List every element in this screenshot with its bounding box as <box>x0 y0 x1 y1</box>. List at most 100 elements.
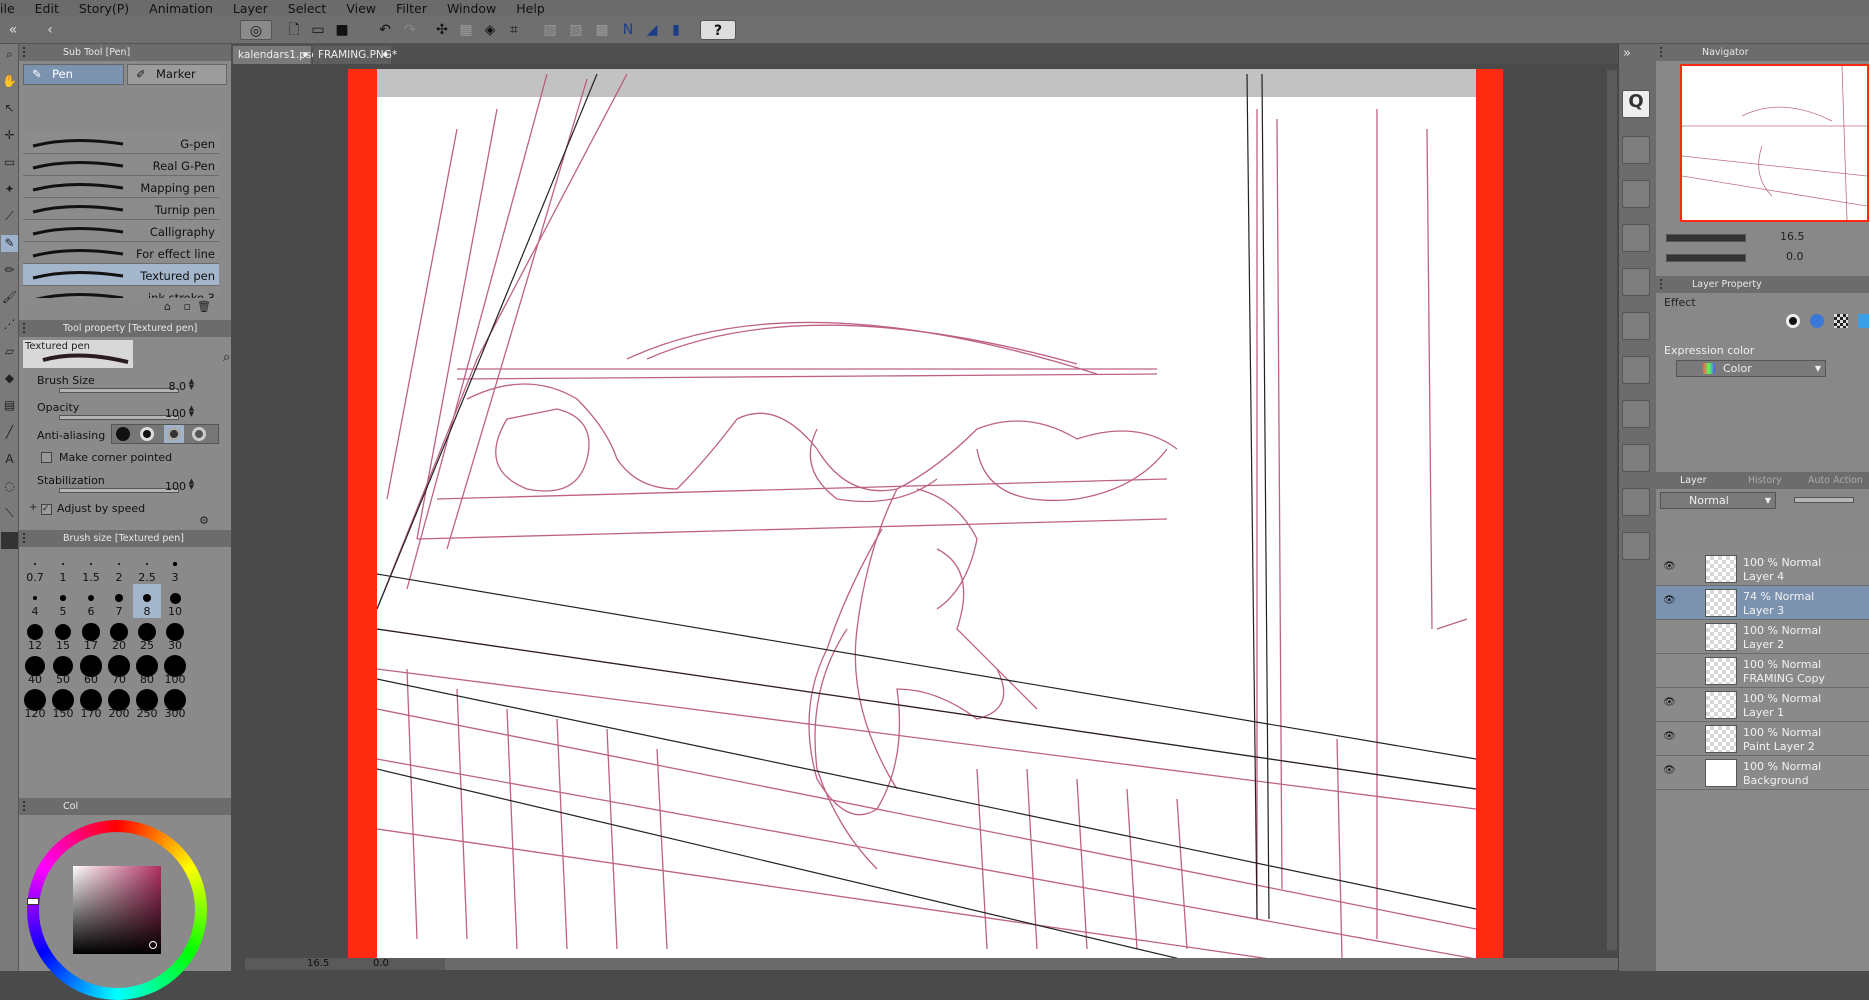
brush-size-spinner[interactable]: ▲ ▼ <box>187 378 196 391</box>
collapse-right-icon[interactable]: » <box>1623 46 1631 61</box>
eye-icon[interactable]: 👁 <box>1663 698 1676 708</box>
adjust-speed-checkbox[interactable]: ✓ <box>41 504 52 515</box>
blend-mode-select[interactable]: Normal ▼ <box>1660 492 1776 509</box>
snap-grid-icon[interactable]: ▮ <box>666 20 686 40</box>
stabilization-value[interactable]: 100 <box>156 480 186 493</box>
main-color-swatch[interactable] <box>1 532 18 549</box>
search-icon[interactable]: ⌕ <box>223 350 230 365</box>
color-picker-marker[interactable] <box>149 941 157 949</box>
brush-size-option[interactable]: 120 <box>21 686 49 720</box>
brush-size-option[interactable]: 5 <box>49 584 77 618</box>
canvas-zoom-value[interactable]: 16.5 <box>307 958 329 969</box>
panel-icon-5[interactable] <box>1622 312 1650 340</box>
invert-selection-icon[interactable]: ▨ <box>566 20 586 40</box>
eye-icon[interactable] <box>1663 631 1675 639</box>
copy-subtool-icon[interactable]: ⌂ <box>164 300 171 313</box>
layer-row[interactable]: 👁 100 % Normal Layer 4 <box>1656 552 1869 586</box>
opacity-spinner[interactable]: ▲ ▼ <box>187 405 196 418</box>
brush-size-option[interactable]: 10 <box>161 584 189 618</box>
brush-item[interactable]: Real G-Pen <box>23 154 219 176</box>
doc-tab[interactable]: FRAMING.PNG* ● <box>313 46 397 64</box>
move-tool-icon[interactable]: ✋ <box>1 73 18 90</box>
transform-icon[interactable]: ✣ <box>432 20 452 40</box>
eye-icon[interactable]: 👁 <box>1663 732 1676 742</box>
nav-rotation-value[interactable]: 0.0 <box>1786 250 1804 263</box>
balloon-tool-icon[interactable]: ◌ <box>1 478 18 495</box>
figure-tool-icon[interactable]: ╱ <box>1 424 18 441</box>
gradient-icon[interactable]: ▤ <box>1 397 18 414</box>
antialias-options[interactable] <box>111 424 219 444</box>
quick-access-icon[interactable]: Q <box>1622 90 1650 118</box>
menu-item-help[interactable]: Help <box>516 1 545 16</box>
brush-item[interactable]: G-pen <box>23 132 219 154</box>
close-icon[interactable]: ● <box>303 46 308 64</box>
menu-item-edit[interactable]: Edit <box>35 1 59 16</box>
eye-icon[interactable] <box>1663 665 1675 673</box>
brush-item[interactable]: Textured pen <box>23 264 219 286</box>
nav-rotate-slider[interactable] <box>1666 254 1746 262</box>
effect-buttons[interactable] <box>1778 310 1869 332</box>
expand-icon[interactable]: + <box>29 502 37 513</box>
brush-size-value[interactable]: 8.0 <box>156 380 187 393</box>
new-subtool-icon[interactable]: ▫ <box>184 300 191 313</box>
brush-size-option[interactable]: 100 <box>161 652 189 686</box>
nav-zoom-value[interactable]: 16.5 <box>1780 230 1805 243</box>
eyedropper-icon[interactable]: ⟋ <box>1 208 18 225</box>
gear-icon[interactable]: ⚙ <box>199 514 209 527</box>
brush-size-option[interactable]: 50 <box>49 652 77 686</box>
zoom-tool-icon[interactable]: ⌕ <box>1 46 18 63</box>
eye-icon[interactable]: 👁 <box>1663 596 1676 606</box>
tab-pen[interactable]: ✎ Pen <box>23 64 124 85</box>
tab-layer[interactable]: Layer <box>1680 472 1707 489</box>
horizontal-scrollbar[interactable] <box>245 958 1620 970</box>
stabilization-spinner[interactable]: ▲ ▼ <box>187 478 196 491</box>
panel-icon-7[interactable] <box>1622 400 1650 428</box>
brush-size-option[interactable]: 3 <box>161 550 189 584</box>
panel-icon-6[interactable] <box>1622 356 1650 384</box>
hue-marker[interactable] <box>27 898 39 905</box>
brush-size-option[interactable]: 170 <box>77 686 105 720</box>
menu-item-select[interactable]: Select <box>288 1 327 16</box>
help-icon[interactable]: ? <box>700 20 736 40</box>
brush-size-option[interactable]: 20 <box>105 618 133 652</box>
brush-size-option[interactable]: 200 <box>105 686 133 720</box>
menu-item-filter[interactable]: Filter <box>396 1 427 16</box>
panel-icon-10[interactable] <box>1622 532 1650 560</box>
eye-icon[interactable]: 👁 <box>1663 562 1676 572</box>
eye-icon[interactable]: 👁 <box>1663 766 1676 776</box>
fill-tool-icon[interactable]: ◆ <box>1 370 18 387</box>
brush-tool-icon[interactable]: 🖌 <box>1 289 18 306</box>
layer-opacity-slider[interactable] <box>1794 497 1854 503</box>
new-file-icon[interactable]: 🗋 <box>284 20 304 40</box>
menu-item-animation[interactable]: Animation <box>149 1 213 16</box>
doc-tab[interactable]: kalendars1.psd* ● <box>233 46 323 64</box>
brush-size-option[interactable]: 40 <box>21 652 49 686</box>
delete-subtool-icon[interactable]: 🗑 <box>197 300 211 313</box>
save-icon[interactable]: ■ <box>332 20 352 40</box>
menu-item-ile[interactable]: ile <box>0 1 15 16</box>
nav-zoom-slider[interactable] <box>1666 234 1746 242</box>
layer-move-icon[interactable]: ✛ <box>1 127 18 144</box>
undo-icon[interactable]: ↶ <box>375 20 395 40</box>
layer-row[interactable]: 👁 100 % Normal Background <box>1656 756 1869 790</box>
open-file-icon[interactable]: ▭ <box>308 20 328 40</box>
brush-size-option[interactable]: 17 <box>77 618 105 652</box>
opacity-value[interactable]: 100 <box>156 407 186 420</box>
brush-size-option[interactable]: 150 <box>49 686 77 720</box>
brush-size-option[interactable]: 6 <box>77 584 105 618</box>
expression-color-select[interactable]: Color ▼ <box>1676 360 1826 377</box>
app-icon-button[interactable]: ◎ <box>240 20 272 40</box>
brush-size-option[interactable]: 4 <box>21 584 49 618</box>
layer-row[interactable]: 👁 100 % Normal Paint Layer 2 <box>1656 722 1869 756</box>
text-tool-icon[interactable]: A <box>1 451 18 468</box>
tab-auto-action[interactable]: Auto Action <box>1808 472 1863 489</box>
panel-icon-4[interactable] <box>1622 268 1650 296</box>
navigator-preview[interactable] <box>1680 64 1869 222</box>
airbrush-icon[interactable]: ⋰ <box>1 316 18 333</box>
brush-size-option[interactable]: 0.7 <box>21 550 49 584</box>
canvas-paper[interactable] <box>377 69 1476 959</box>
brush-size-option[interactable]: 60 <box>77 652 105 686</box>
panel-icon-1[interactable] <box>1622 136 1650 164</box>
redo-icon[interactable]: ↷ <box>400 20 420 40</box>
brush-size-option[interactable]: 250 <box>133 686 161 720</box>
